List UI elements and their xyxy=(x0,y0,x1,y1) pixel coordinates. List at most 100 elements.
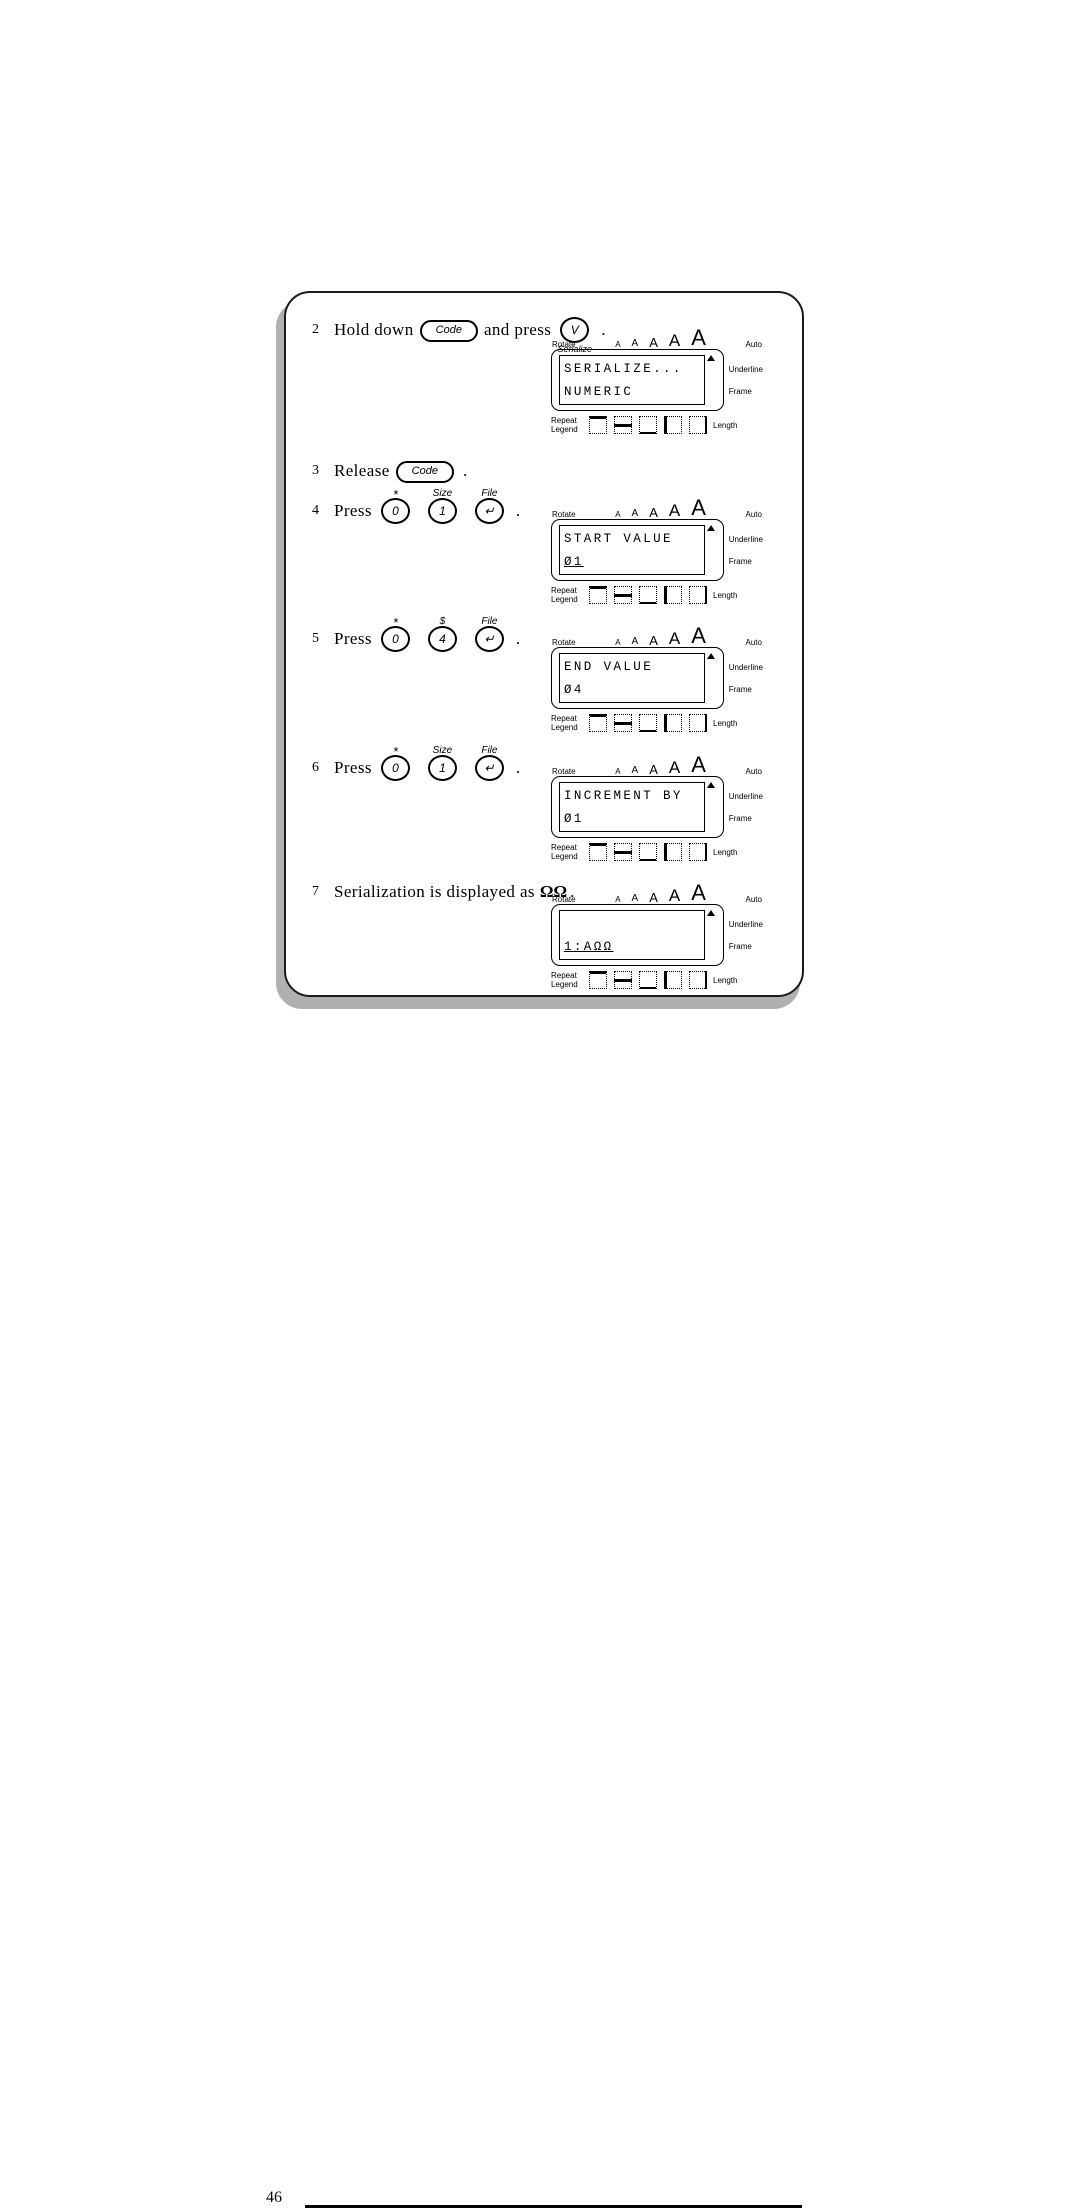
step-5: 5 Press * 0 $ 4 File ↵ . xyxy=(312,615,520,652)
auto-label-5: Auto xyxy=(745,895,762,904)
frame-middle-icon-3 xyxy=(614,714,632,732)
frame-bottom-icon-5 xyxy=(639,971,657,989)
underline-indicator-icon-1 xyxy=(706,355,715,361)
size-a-1: A xyxy=(615,895,621,904)
frame-top-icon-2 xyxy=(589,586,607,604)
size-a-2: A xyxy=(631,765,639,776)
size-a-1: A xyxy=(615,767,621,776)
font-size-scale-1: A A A A A xyxy=(615,325,706,350)
step-6-text-before: Press xyxy=(334,758,372,777)
size-a-5: A xyxy=(691,752,706,777)
size-a-2: A xyxy=(631,893,639,904)
lcd-display-serialize: Rotate A A A A A Auto SERIALIZE... NUMER… xyxy=(551,325,763,437)
underline-indicator-icon-4 xyxy=(706,782,715,788)
step-3-number: 3 xyxy=(312,463,319,478)
underline-label-4: Underline xyxy=(728,791,763,801)
frame-label-2: Frame xyxy=(728,556,752,566)
key-4-dollar-sup: $ xyxy=(439,616,446,627)
lcd-line1-5 xyxy=(564,913,700,936)
key-1-size-sup-2: Size xyxy=(432,745,453,756)
key-enter-label: ↵ xyxy=(474,498,504,524)
instruction-panel: 2 Hold down Code and press V Serialize .… xyxy=(276,291,806,1009)
key-code-release[interactable]: Code xyxy=(395,461,454,483)
lcd-line2-5: 1:AΩΩ xyxy=(564,940,614,954)
step-7: 7 Serialization is displayed as ΩΩ . xyxy=(312,882,574,902)
legend-label-4: Legend xyxy=(551,852,578,861)
size-a-1: A xyxy=(615,638,621,647)
size-a-2: A xyxy=(631,508,639,519)
lcd-top-indicators-3: Rotate A A A A A Auto xyxy=(551,625,763,648)
lcd-display-increment-by: Rotate A A A A A Auto INCREMENT BY Ø1 Un… xyxy=(551,752,763,864)
step-2-number: 2 xyxy=(312,322,319,337)
lcd-line2-2: Ø1 xyxy=(564,555,584,569)
size-a-1: A xyxy=(615,340,621,349)
key-1-size-2[interactable]: Size 1 xyxy=(427,745,457,781)
step-2-text-middle: and press xyxy=(483,320,552,339)
key-0-star[interactable]: * 0 xyxy=(380,487,410,524)
key-4-dollar[interactable]: $ 4 xyxy=(427,616,457,652)
key-enter-file[interactable]: File ↵ xyxy=(474,488,504,524)
size-a-3: A xyxy=(649,762,658,777)
legend-label-2: Legend xyxy=(551,595,578,604)
underline-label-1: Underline xyxy=(728,364,763,374)
lcd-middle-1: SERIALIZE... NUMERIC Underline Frame xyxy=(551,349,763,411)
lcd-top-indicators-4: Rotate A A A A A Auto xyxy=(551,752,763,777)
repeat-label-5: Repeat xyxy=(551,971,577,980)
lcd-middle-2: START VALUE Ø1 Underline Frame xyxy=(551,519,763,581)
step-5-number: 5 xyxy=(312,631,319,646)
frame-top-icon-4 xyxy=(589,843,607,861)
key-1-size[interactable]: Size 1 xyxy=(427,488,457,524)
lcd-right-labels-4: Underline Frame xyxy=(724,776,763,838)
lcd-line2-4: Ø1 xyxy=(564,812,584,826)
lcd-right-labels-2: Underline Frame xyxy=(724,519,763,581)
frame-bottom-icon-2 xyxy=(639,586,657,604)
font-size-scale-4: A A A A A xyxy=(615,752,706,777)
lcd-bottom-indicators-2: Repeat Legend Length xyxy=(551,583,763,607)
size-a-2: A xyxy=(631,636,639,647)
legend-label-3: Legend xyxy=(551,723,578,732)
rotate-label-4: Rotate xyxy=(552,767,576,776)
key-0-star-2[interactable]: * 0 xyxy=(380,615,410,652)
key-enter-file-2[interactable]: File ↵ xyxy=(474,616,504,652)
lcd-top-indicators-5: Rotate A A A A A Auto xyxy=(551,882,763,905)
panel-body: 2 Hold down Code and press V Serialize .… xyxy=(284,291,804,997)
key-enter-file-sup: File xyxy=(481,488,498,499)
lcd-right-labels-1: Underline Frame xyxy=(724,349,763,411)
frame-right-icon-4 xyxy=(689,843,707,861)
lcd-right-labels-3: Underline Frame xyxy=(724,647,763,709)
key-enter-file-sup-2: File xyxy=(481,616,498,627)
rotate-label-3: Rotate xyxy=(552,638,576,647)
frame-left-icon-1 xyxy=(664,416,682,434)
frame-middle-icon-1 xyxy=(614,416,632,434)
lcd-line1-2: START VALUE xyxy=(564,532,673,546)
length-label-3: Length xyxy=(713,718,738,728)
repeat-label-4: Repeat xyxy=(551,843,577,852)
size-a-3: A xyxy=(649,335,658,350)
legend-label-5: Legend xyxy=(551,980,578,989)
size-a-3: A xyxy=(649,505,658,520)
underline-label-2: Underline xyxy=(728,534,763,544)
key-0-star-sup-2: * xyxy=(392,615,398,630)
step-2-text-before: Hold down xyxy=(334,320,414,339)
lcd-screen-2: START VALUE Ø1 xyxy=(559,525,705,575)
key-enter-file-3[interactable]: File ↵ xyxy=(474,745,504,781)
step-3-text-before: Release xyxy=(334,461,390,480)
underline-label-5: Underline xyxy=(728,919,763,929)
rotate-label-1: Rotate xyxy=(552,340,576,349)
frame-top-icon-3 xyxy=(589,714,607,732)
lcd-bezel-4: INCREMENT BY Ø1 xyxy=(551,776,724,838)
repeat-legend-labels-2: Repeat Legend xyxy=(551,586,587,604)
frame-label-3: Frame xyxy=(728,684,752,694)
key-code[interactable]: Code xyxy=(419,320,478,342)
key-0-star-3[interactable]: * 0 xyxy=(380,744,410,781)
size-a-2: A xyxy=(631,338,639,349)
frame-right-icon-3 xyxy=(689,714,707,732)
key-1-label: 1 xyxy=(427,498,457,524)
legend-icon-row-2 xyxy=(589,586,707,604)
lcd-line1-3: END VALUE xyxy=(564,660,654,674)
size-a-5: A xyxy=(691,325,706,350)
legend-label-1: Legend xyxy=(551,425,578,434)
step-7-text-before: Serialization is displayed as xyxy=(334,882,535,901)
size-a-5: A xyxy=(691,495,706,520)
key-4-label: 4 xyxy=(427,626,457,652)
